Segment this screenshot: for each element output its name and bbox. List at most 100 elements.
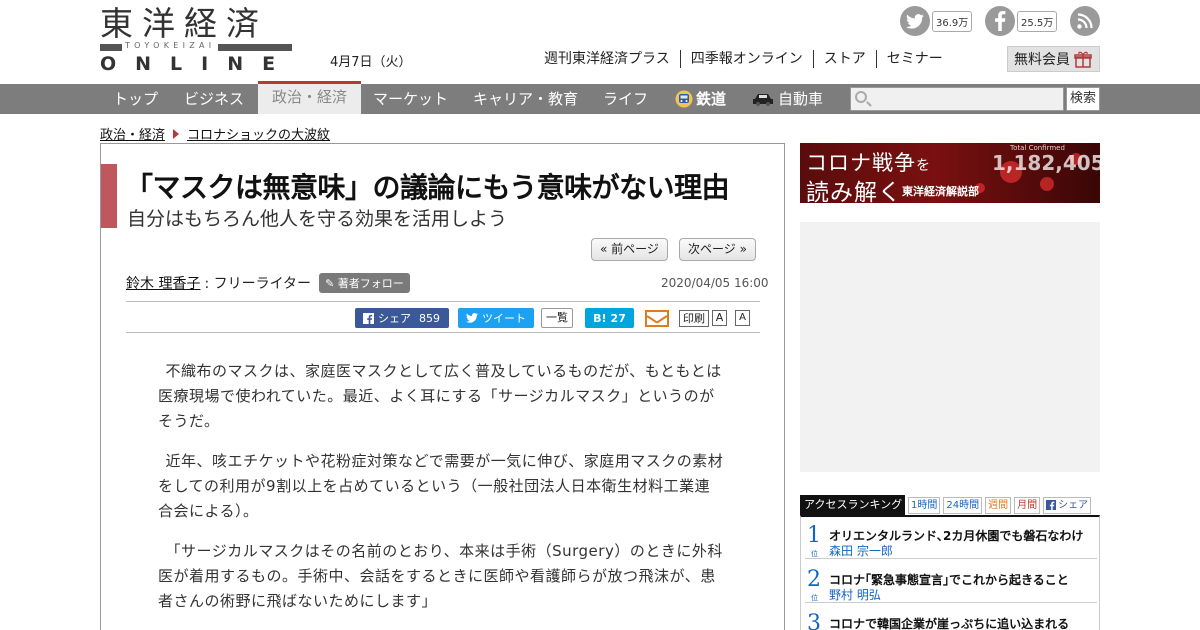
- link-store[interactable]: ストア: [812, 50, 876, 68]
- ranking-tab-24h[interactable]: 24時間: [943, 496, 983, 514]
- ranking-list: 1 位 オリエンタルランド､2カ月休園でも磐石なわけ 森田 宗一郎 2 位 コロ…: [800, 515, 1100, 630]
- car-icon: [753, 94, 773, 106]
- divider: [126, 301, 760, 302]
- ranking-tab-1h[interactable]: 1時間: [908, 496, 941, 514]
- facebook-share-count: 859: [419, 311, 440, 325]
- current-date: 4月7日（火）: [330, 55, 412, 70]
- facebook-icon: [985, 6, 1015, 36]
- ranking-header: アクセスランキング 1時間 24時間 週間 月間 シェア: [800, 495, 1100, 515]
- breadcrumb-arrow-icon: [173, 128, 180, 139]
- top-links: 週刊東洋経済プラス 四季報オンライン ストア セミナー: [544, 50, 953, 68]
- twitter-count: 36.9万: [932, 10, 973, 32]
- hatena-count: 27: [610, 311, 626, 325]
- paragraph: 近年、咳エチケットや花粉症対策などで需要が一気に伸び、家庭用マスクの素材をしての…: [158, 452, 724, 520]
- hatena-icon: B!: [593, 311, 607, 325]
- search-input[interactable]: [850, 87, 1064, 111]
- rank-number: 1: [807, 523, 821, 548]
- corona-war-banner[interactable]: Total Confirmed 1,182,405 コロナ戦争を 読み解く 東洋…: [800, 143, 1100, 203]
- rank-author: 野村 明弘: [829, 588, 881, 602]
- rank-number: 3: [807, 611, 821, 630]
- print-button[interactable]: 印刷: [679, 310, 709, 327]
- nav-career[interactable]: キャリア・教育: [473, 84, 578, 114]
- twitter-follow[interactable]: 36.9万: [900, 6, 973, 36]
- search-icon: [855, 91, 867, 103]
- banner-line2: 読み解く: [806, 180, 902, 203]
- breadcrumb-politics-economy[interactable]: 政治・経済: [100, 124, 165, 143]
- mail-icon[interactable]: [645, 310, 669, 327]
- font-size-large-button[interactable]: A: [712, 310, 727, 326]
- author-line: 鈴木 理香子 : フリーライター ✎ 著者フォロー: [126, 273, 410, 293]
- logo-kanji: 東洋経済: [100, 4, 268, 43]
- title-accent-bar: [101, 164, 117, 228]
- ranking-tab-week[interactable]: 週間: [985, 496, 1012, 514]
- main-nav: トップ ビジネス 政治・経済 マーケット キャリア・教育 ライフ 鉄道 自動車 …: [0, 81, 1200, 114]
- article-subtitle: 自分はもちろん他人を守る効果を活用しよう: [127, 208, 508, 230]
- train-icon: [675, 90, 693, 108]
- next-page-button[interactable]: 次ページ »: [679, 238, 756, 261]
- tweet-button[interactable]: ツイート: [458, 308, 534, 328]
- ranking-tab-share-label: シェア: [1058, 499, 1089, 511]
- author-role: : フリーライター: [204, 276, 312, 292]
- ranking-item[interactable]: 3 位 コロナで韓国企業が崖っぷちに追い込まれる: [805, 607, 1097, 630]
- free-member-button[interactable]: 無料会員: [1007, 46, 1100, 72]
- tweet-icon: [466, 313, 478, 323]
- gift-icon: [1074, 51, 1092, 68]
- ad-slot[interactable]: [800, 222, 1100, 472]
- divider: [126, 332, 760, 333]
- free-member-label: 無料会員: [1014, 52, 1070, 68]
- nav-railway-label: 鉄道: [696, 90, 727, 108]
- follow-author-label: 著者フォロー: [337, 277, 404, 290]
- site-logo[interactable]: 東洋経済 TOYOKEIZAI ONLINE: [100, 6, 292, 74]
- link-shikiho[interactable]: 四季報オンライン: [679, 50, 813, 68]
- banner-publisher: 東洋経済解説部: [902, 185, 979, 198]
- logo-online: ONLINE: [100, 53, 295, 75]
- ranking-tab-share[interactable]: シェア: [1043, 496, 1092, 514]
- rank-headline: コロナで韓国企業が崖っぷちに追い込まれる: [829, 617, 1070, 630]
- article-body: 不織布のマスクは、家庭医マスクとして広く普及しているものだが、もともとは医療現場…: [158, 359, 724, 629]
- paragraph: 「サージカルマスクはその名前のとおり、本来は手術（Surgery）のときに外科医…: [158, 542, 723, 610]
- banner-line1-suffix: を: [916, 158, 931, 174]
- paragraph: 不織布のマスクは、家庭医マスクとして広く普及しているものだが、もともとは医療現場…: [158, 362, 722, 430]
- tweet-list-link[interactable]: 一覧: [541, 308, 573, 328]
- twitter-icon: [900, 6, 930, 36]
- link-seminar[interactable]: セミナー: [875, 50, 953, 68]
- rss-icon: [1070, 6, 1100, 36]
- ranking-item[interactable]: 2 位 コロナ｢緊急事態宣言｣でこれから起きること 野村 明弘: [805, 563, 1097, 603]
- facebook-share-label: シェア: [378, 312, 411, 325]
- follow-author-button[interactable]: ✎ 著者フォロー: [319, 273, 410, 293]
- facebook-follow[interactable]: 25.5万: [985, 6, 1058, 36]
- rank-suffix: 位: [811, 594, 818, 602]
- link-weekly-plus[interactable]: 週刊東洋経済プラス: [544, 50, 680, 68]
- nav-top[interactable]: トップ: [113, 84, 158, 114]
- rss-link[interactable]: [1070, 6, 1100, 36]
- breadcrumb: 政治・経済 コロナショックの大波紋: [100, 124, 330, 143]
- facebook-share-icon: [363, 312, 374, 324]
- search-button[interactable]: 検索: [1066, 87, 1100, 111]
- logo-bar: TOYOKEIZAI: [100, 41, 292, 51]
- rank-suffix: 位: [811, 550, 818, 558]
- article-title: 「マスクは無意味」の議論にもう意味がない理由: [125, 171, 730, 204]
- prev-page-button[interactable]: « 前ページ: [591, 238, 668, 261]
- nav-market[interactable]: マーケット: [373, 84, 448, 114]
- rank-author: 森田 宗一郎: [829, 544, 893, 558]
- author-name[interactable]: 鈴木 理香子: [126, 273, 200, 293]
- nav-automobile-label: 自動車: [778, 90, 824, 108]
- breadcrumb-corona[interactable]: コロナショックの大波紋: [187, 124, 330, 143]
- nav-politics-economy[interactable]: 政治・経済: [258, 81, 362, 114]
- article-panel: 「マスクは無意味」の議論にもう意味がない理由 自分はもちろん他人を守る効果を活用…: [100, 143, 785, 630]
- facebook-count: 25.5万: [1017, 10, 1058, 32]
- font-size-small-button[interactable]: A: [735, 310, 750, 326]
- nav-railway[interactable]: 鉄道: [675, 84, 726, 114]
- ranking-tab-month[interactable]: 月間: [1014, 496, 1041, 514]
- nav-automobile[interactable]: 自動車: [752, 84, 823, 114]
- nav-life[interactable]: ライフ: [603, 84, 648, 114]
- facebook-share-button[interactable]: シェア 859: [355, 308, 449, 328]
- facebook-small-icon: [1046, 500, 1057, 510]
- nav-business[interactable]: ビジネス: [184, 84, 244, 114]
- hatena-bookmark-button[interactable]: B! 27: [585, 308, 634, 328]
- follow-icon: ✎: [325, 277, 335, 290]
- ranking-title: アクセスランキング: [800, 495, 905, 515]
- rank-number: 2: [807, 567, 821, 592]
- ranking-item[interactable]: 1 位 オリエンタルランド､2カ月休園でも磐石なわけ 森田 宗一郎: [805, 519, 1097, 559]
- virus-dot: [1040, 177, 1054, 191]
